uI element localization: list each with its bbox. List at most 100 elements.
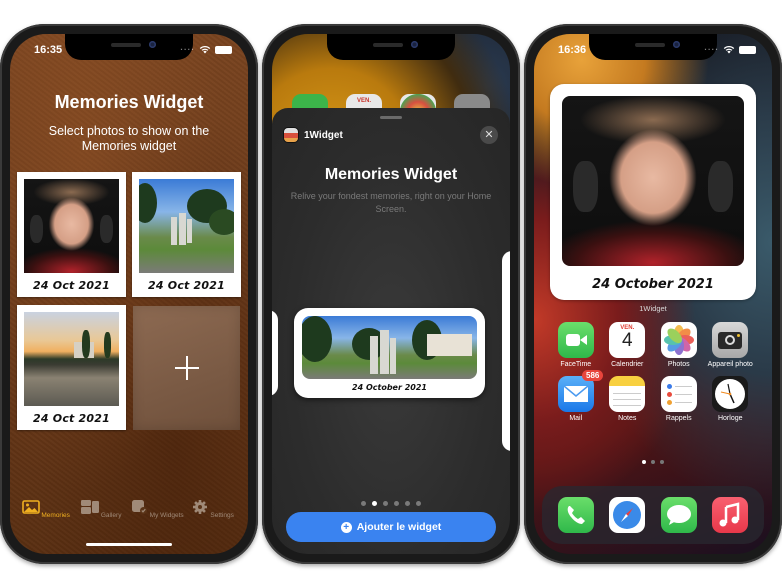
- my-widgets-icon: [131, 500, 147, 514]
- widget-caption: 24 October 2021: [592, 277, 714, 292]
- status-bar: 16:35 ····: [10, 44, 248, 60]
- memories-widget-large[interactable]: 24 October 2021: [550, 84, 756, 300]
- facetime-icon: [557, 322, 594, 358]
- page-dot[interactable]: [405, 501, 410, 506]
- tab-settings[interactable]: Settings: [185, 500, 241, 532]
- battery-icon: [739, 45, 756, 54]
- tab-my-widgets[interactable]: My Widgets: [129, 500, 185, 532]
- app-grid: FaceTime VEN. 4 Calendrier Photos Appare…: [550, 322, 756, 422]
- tab-gallery[interactable]: Gallery: [74, 500, 130, 532]
- screen: 16:36 ···· 24 October 2021 1Widget FaceT…: [534, 34, 772, 554]
- tab-label: Settings: [210, 512, 234, 519]
- widget-label: 1Widget: [639, 304, 667, 313]
- page-dot-active[interactable]: [642, 460, 646, 464]
- photo-portrait: [24, 179, 119, 273]
- app-photos[interactable]: Photos: [653, 322, 705, 368]
- music-icon[interactable]: [712, 497, 749, 533]
- safari-icon[interactable]: [609, 497, 646, 533]
- add-widget-label: Ajouter le widget: [356, 521, 442, 533]
- page-title: Memories Widget: [54, 92, 204, 112]
- calendar-date: 4: [621, 330, 633, 351]
- page-dot-active[interactable]: [372, 501, 377, 506]
- add-photo-button[interactable]: [133, 306, 240, 430]
- widget-sheet: 1Widget ✕ Memories Widget Relive your fo…: [272, 108, 510, 554]
- page-dot[interactable]: [394, 501, 399, 506]
- widget-preview-medium[interactable]: 24 October 2021: [294, 308, 485, 398]
- messages-icon[interactable]: [660, 497, 697, 533]
- wifi-icon: [723, 46, 735, 54]
- phone-memories-app: 16:35 ···· Memories Widget Select photos…: [0, 24, 258, 564]
- close-button[interactable]: ✕: [480, 126, 498, 144]
- app-notes[interactable]: Notes: [602, 376, 654, 422]
- tab-label: Memories: [41, 512, 70, 519]
- camera-icon: [712, 322, 749, 358]
- app-reminders[interactable]: Rappels: [653, 376, 705, 422]
- app-icon: [284, 128, 298, 142]
- wifi-icon: [199, 46, 211, 54]
- phone-home-screen: 16:36 ···· 24 October 2021 1Widget FaceT…: [524, 24, 782, 564]
- battery-icon: [215, 45, 232, 54]
- app-label: Photos: [667, 361, 690, 368]
- app-label: Appareil photo: [707, 361, 753, 368]
- photo-card[interactable]: 24 Oct 2021: [132, 172, 241, 297]
- phone-icon[interactable]: [557, 497, 594, 533]
- app-label: Mail: [569, 415, 583, 422]
- widget-photo: [562, 96, 744, 266]
- photo-park: [139, 179, 234, 273]
- page-dot[interactable]: [660, 460, 664, 464]
- app-label: FaceTime: [560, 361, 592, 368]
- tab-bar: Memories Gallery My Widgets Settings: [10, 500, 248, 532]
- page-dot[interactable]: [383, 501, 388, 506]
- phone-widget-gallery: VEN. 1Widget ✕ Memories Widget Relive yo…: [262, 24, 520, 564]
- next-widget-preview[interactable]: [502, 251, 510, 451]
- signal-icon: ····: [180, 45, 195, 54]
- sheet-grabber[interactable]: [380, 116, 402, 119]
- tab-label: My Widgets: [149, 512, 184, 519]
- notes-icon: [609, 376, 646, 412]
- page-dot[interactable]: [416, 501, 421, 506]
- page-dot[interactable]: [651, 460, 655, 464]
- home-indicator[interactable]: [86, 543, 172, 546]
- plus-icon: [174, 356, 199, 380]
- photo-caption: 24 Oct 2021: [33, 279, 110, 292]
- app-label: Rappels: [665, 415, 692, 422]
- app-facetime[interactable]: FaceTime: [550, 322, 602, 368]
- app-label: Horloge: [717, 415, 743, 422]
- app-label: Notes: [618, 415, 637, 422]
- page-dot[interactable]: [361, 501, 366, 506]
- tab-memories[interactable]: Memories: [18, 500, 74, 532]
- clock-icon: [712, 376, 749, 412]
- photo-card[interactable]: 24 Oct 2021: [17, 305, 126, 430]
- app-camera[interactable]: Appareil photo: [705, 322, 757, 368]
- sheet-app-header: 1Widget: [284, 128, 343, 142]
- tab-label: Gallery: [100, 512, 122, 519]
- photo-lake: [24, 312, 119, 406]
- photo-card[interactable]: 24 Oct 2021: [17, 172, 126, 297]
- app-label: Calendrier: [611, 361, 644, 368]
- photo-icon: [21, 500, 40, 514]
- photo-caption: 24 Oct 2021: [148, 279, 225, 292]
- app-clock[interactable]: Horloge: [705, 376, 757, 422]
- sheet-subtitle: Relive your fondest memories, right on y…: [290, 191, 492, 214]
- notch: [327, 34, 455, 60]
- screen: 16:35 ···· Memories Widget Select photos…: [10, 34, 248, 554]
- close-icon: ✕: [484, 129, 494, 141]
- add-widget-button[interactable]: + Ajouter le widget: [286, 512, 496, 542]
- widget-photo: [302, 316, 477, 379]
- app-mail[interactable]: 586 Mail: [550, 370, 604, 422]
- plus-circle-icon: +: [340, 521, 352, 533]
- signal-icon: ····: [704, 45, 719, 54]
- mail-icon: [557, 376, 594, 412]
- prev-widget-preview[interactable]: [272, 310, 278, 396]
- app-calendar[interactable]: VEN. 4 Calendrier: [602, 322, 654, 368]
- screen: VEN. 1Widget ✕ Memories Widget Relive yo…: [272, 34, 510, 554]
- status-bar: 16:36 ····: [534, 44, 772, 60]
- app-name: 1Widget: [304, 129, 343, 141]
- page-indicator[interactable]: [534, 460, 772, 464]
- widget-caption: 24 October 2021: [352, 383, 427, 392]
- page-indicator[interactable]: [272, 501, 510, 506]
- reminders-icon: [660, 376, 697, 412]
- dock: [542, 486, 764, 544]
- gallery-icon: [81, 500, 100, 514]
- status-time: 16:36: [558, 44, 587, 56]
